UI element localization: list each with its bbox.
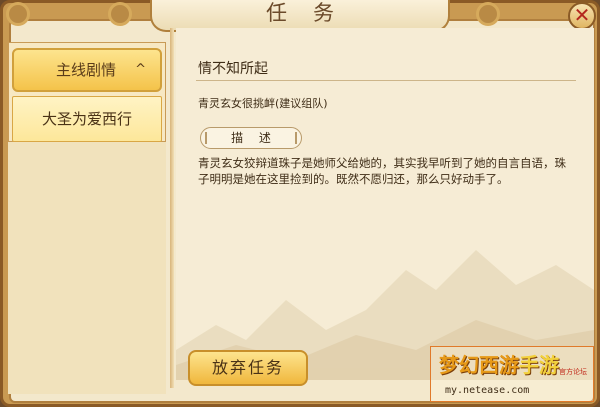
window-title: 任务 xyxy=(266,1,360,25)
quest-description: 青灵玄女狡辩道珠子是她师父给她的，其实我早听到了她的自言自语，珠子明明是她在这里… xyxy=(198,156,566,186)
corner-ornament-icon xyxy=(108,2,132,26)
quest-hint: 青灵玄女很挑衅(建议组队) xyxy=(198,97,328,110)
quest-list-item-label: 大圣为爱西行 xyxy=(41,110,132,128)
close-icon: ✕ xyxy=(573,3,591,27)
description-header-label: 描 述 xyxy=(231,131,277,145)
logo-brand: 梦幻西游手游 xyxy=(439,349,559,378)
panel-divider xyxy=(170,28,174,388)
logo-url: my.netease.com xyxy=(445,385,530,396)
logo-brand-text: 梦幻西游 xyxy=(439,353,519,377)
quest-name: 情不知所起 xyxy=(198,61,268,77)
quest-list-item[interactable]: 大圣为爱西行 xyxy=(12,96,162,142)
abandon-quest-button[interactable]: 放弃任务 xyxy=(188,350,308,386)
game-logo-watermark: 梦幻西游手游 官方论坛 my.netease.com xyxy=(430,346,594,402)
corner-ornament-icon xyxy=(6,2,30,26)
abandon-quest-label: 放弃任务 xyxy=(211,358,284,377)
logo-brand-suffix: 手游 xyxy=(519,353,559,377)
category-main-story-button[interactable]: 主线剧情 ^ xyxy=(12,48,162,92)
description-header-badge: 描 述 xyxy=(200,127,302,149)
logo-tag: 官方论坛 xyxy=(559,368,587,376)
quest-name-divider xyxy=(196,80,576,81)
corner-ornament-icon xyxy=(476,2,500,26)
category-label: 主线剧情 xyxy=(56,61,117,79)
chevron-up-icon: ^ xyxy=(135,62,146,77)
close-button[interactable]: ✕ xyxy=(568,2,596,30)
